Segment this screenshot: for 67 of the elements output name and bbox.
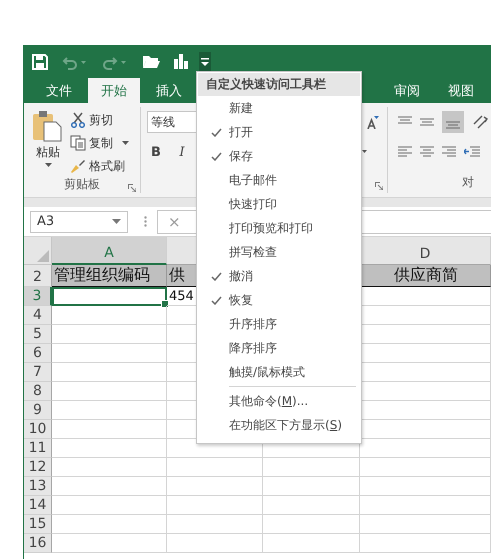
brush-icon (70, 158, 86, 174)
row-header[interactable]: 14 (24, 496, 52, 515)
row-header[interactable]: 12 (24, 458, 52, 477)
caret-icon (44, 163, 52, 167)
grow-font-icon[interactable] (367, 115, 379, 129)
menu-item[interactable]: 升序排序 (198, 312, 360, 336)
scissors-icon (70, 112, 86, 128)
group-label: 对 (462, 174, 474, 191)
row-header[interactable]: 10 (24, 420, 52, 439)
name-box[interactable]: A3 (30, 210, 128, 232)
row-header[interactable]: 2 (24, 265, 52, 287)
row-header[interactable]: 5 (24, 325, 52, 344)
menu-item[interactable]: 快速打印 (198, 192, 360, 216)
caret-icon (122, 141, 129, 145)
clipboard-icon (32, 110, 64, 142)
dialog-launcher-icon[interactable] (375, 182, 383, 190)
row-header[interactable]: 13 (24, 477, 52, 496)
column-header[interactable]: D (360, 237, 491, 265)
ribbon-tab[interactable]: 审阅 (382, 78, 432, 103)
row-header[interactable]: 6 (24, 344, 52, 363)
menu-item[interactable]: 其他命令(M)... (198, 389, 360, 413)
align-left-icon[interactable] (398, 146, 412, 158)
ribbon-tab[interactable]: 插入 (144, 78, 194, 103)
grip-icon (144, 216, 147, 227)
bar-chart-icon[interactable] (174, 54, 189, 69)
ribbon-tab[interactable]: 文件 (34, 78, 84, 103)
row-header[interactable]: 7 (24, 363, 52, 382)
copy-icon (70, 135, 86, 151)
table-cell: 管理组织编码 (52, 265, 167, 287)
row-header[interactable]: 4 (24, 306, 52, 325)
paste-button[interactable]: 粘贴 (32, 110, 64, 176)
menu-item[interactable]: 在功能区下方显示(S) (198, 413, 360, 437)
row-header[interactable]: 9 (24, 401, 52, 420)
menu-item[interactable]: 触摸/鼠标模式 (198, 360, 360, 384)
row-header[interactable]: 8 (24, 382, 52, 401)
format-painter-button[interactable]: 格式刷 (70, 156, 129, 176)
align-middle-icon[interactable] (420, 116, 434, 128)
dialog-launcher-icon[interactable] (128, 184, 136, 192)
column-header[interactable]: A (52, 237, 167, 265)
orientation-icon[interactable] (472, 114, 488, 130)
save-icon[interactable] (32, 54, 48, 70)
ribbon-tab[interactable]: 开始 (88, 78, 140, 103)
customize-dropdown-icon[interactable] (199, 52, 211, 72)
menu-title: 自定义快速访问工具栏 (198, 73, 360, 96)
menu-item[interactable]: 拼写检查 (198, 240, 360, 264)
table-cell: 供应商简 (360, 265, 491, 287)
ribbon-tab[interactable]: 视图 (436, 78, 486, 103)
row-header[interactable]: 11 (24, 439, 52, 458)
row-header[interactable]: 15 (24, 515, 52, 534)
menu-item[interactable]: 保存 (198, 144, 360, 168)
align-right-icon[interactable] (442, 146, 456, 158)
row-header[interactable]: 3 (24, 287, 52, 306)
copy-button[interactable]: 复制 (70, 133, 129, 153)
menu-item[interactable]: 打印预览和打印 (198, 216, 360, 240)
align-center-icon[interactable] (420, 146, 434, 158)
align-bottom-icon[interactable] (442, 111, 464, 133)
indent-icon[interactable] (464, 146, 480, 158)
caret-icon (112, 219, 121, 224)
bold-button[interactable]: B (147, 144, 165, 160)
group-label: 剪贴板 (64, 176, 100, 193)
italic-button[interactable]: I (173, 144, 191, 160)
row-header[interactable]: 16 (24, 534, 52, 553)
menu-item[interactable]: 电子邮件 (198, 168, 360, 192)
folder-icon[interactable] (142, 54, 160, 69)
selected-cell[interactable] (52, 287, 167, 306)
cut-button[interactable]: 剪切 (70, 110, 129, 130)
menu-item[interactable]: 降序排序 (198, 336, 360, 360)
